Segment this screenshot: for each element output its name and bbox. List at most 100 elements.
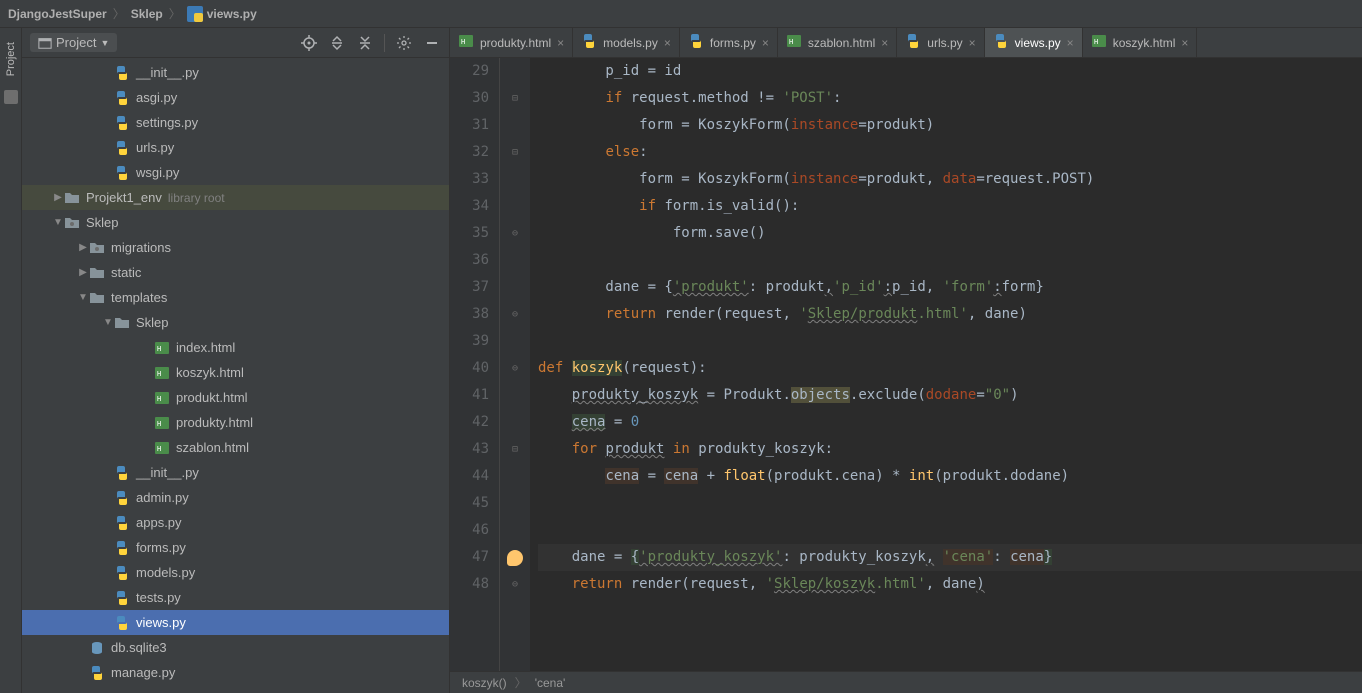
tree-item[interactable]: ▶migrations (22, 235, 449, 260)
collapse-all-icon[interactable] (356, 34, 374, 52)
tree-item[interactable]: urls.py (22, 135, 449, 160)
tree-item[interactable]: ▶static (22, 260, 449, 285)
tree-item-label: static (111, 265, 141, 280)
divider (384, 34, 385, 52)
tree-item-label: wsgi.py (136, 165, 179, 180)
close-icon[interactable]: × (557, 36, 564, 50)
tree-item[interactable]: settings.py (22, 110, 449, 135)
tree-item[interactable]: models.py (22, 560, 449, 585)
tree-item[interactable]: ▼Sklep (22, 210, 449, 235)
py-icon (89, 665, 105, 681)
tree-item-label: views.py (136, 615, 186, 630)
code-editor[interactable]: 2930313233343536373839404142434445464748… (450, 58, 1362, 671)
editor-tab[interactable]: Hszablon.html× (778, 28, 897, 57)
tree-item[interactable]: Hprodukt.html (22, 385, 449, 410)
close-icon[interactable]: × (969, 36, 976, 50)
editor-tab[interactable]: Hkoszyk.html × (1083, 28, 1198, 57)
svg-text:H: H (157, 345, 161, 353)
tree-item[interactable]: Hkoszyk.html (22, 360, 449, 385)
py-icon (114, 65, 130, 81)
tree-item[interactable]: ▶Projekt1_envlibrary root (22, 185, 449, 210)
tree-item-suffix: library root (168, 191, 225, 205)
structure-tool-icon[interactable] (4, 90, 18, 104)
tree-item[interactable]: wsgi.py (22, 160, 449, 185)
code-body[interactable]: p_id = id if request.method != 'POST': f… (530, 58, 1362, 671)
tree-item-label: apps.py (136, 515, 182, 530)
editor-breadcrumb: koszyk() 〉 'cena' (450, 671, 1362, 693)
breadcrumb-project[interactable]: DjangoJestSuper (8, 7, 107, 21)
tree-item[interactable]: Hindex.html (22, 335, 449, 360)
tree-item[interactable]: tests.py (22, 585, 449, 610)
py-file-icon (905, 33, 921, 52)
editor-tab[interactable]: views.py× (985, 28, 1083, 57)
close-icon[interactable]: × (1181, 36, 1188, 50)
project-tool-tab[interactable]: Project (5, 36, 17, 82)
tree-item[interactable]: apps.py (22, 510, 449, 535)
locate-icon[interactable] (300, 34, 318, 52)
chevron-icon: ▼ (77, 292, 89, 303)
chevron-right-icon: 〉 (113, 5, 125, 22)
py-file-icon (581, 33, 597, 52)
project-panel: Project ▼ __init__.py asgi.py settings.py u… (22, 28, 450, 693)
tree-item[interactable]: __init__.py (22, 60, 449, 85)
tree-item-label: asgi.py (136, 90, 177, 105)
breadcrumb-folder[interactable]: Sklep (131, 7, 163, 21)
editor-tab[interactable]: Hprodukty.html × (450, 28, 573, 57)
breadcrumb-file-label: views.py (207, 7, 257, 21)
tree-item[interactable]: db.sqlite3 (22, 635, 449, 660)
tab-label: produkty.html (480, 36, 551, 50)
db-icon (89, 640, 105, 656)
hide-icon[interactable] (423, 34, 441, 52)
tree-item[interactable]: views.py (22, 610, 449, 635)
tree-item[interactable]: ▼ templates (22, 285, 449, 310)
expand-all-icon[interactable] (328, 34, 346, 52)
tree-item-label: urls.py (136, 140, 174, 155)
project-selector[interactable]: Project ▼ (30, 33, 117, 52)
project-icon (38, 36, 52, 50)
py-icon (114, 615, 130, 631)
tree-item-label: Sklep (136, 315, 169, 330)
tree-item[interactable]: asgi.py (22, 85, 449, 110)
tree-item[interactable]: forms.py (22, 535, 449, 560)
tab-label: koszyk.html (1113, 36, 1176, 50)
breadcrumb-fn[interactable]: koszyk() (462, 676, 507, 690)
tree-item-label: templates (111, 290, 167, 305)
html-file-icon: H (1091, 33, 1107, 52)
tree-item[interactable]: admin.py (22, 485, 449, 510)
py-icon (114, 540, 130, 556)
py-file-icon (688, 33, 704, 52)
html-file-icon: H (786, 33, 802, 52)
tree-item[interactable]: Hszablon.html (22, 435, 449, 460)
tree-item-label: __init__.py (136, 465, 199, 480)
py-icon (114, 165, 130, 181)
svg-text:H: H (461, 38, 465, 46)
bulb-icon[interactable] (507, 550, 523, 566)
tree-item[interactable]: manage.py (22, 660, 449, 685)
python-file-icon (187, 6, 203, 22)
breadcrumb-cursor[interactable]: 'cena' (535, 676, 566, 690)
line-gutter: 2930313233343536373839404142434445464748 (450, 58, 500, 671)
close-icon[interactable]: × (1067, 36, 1074, 50)
close-icon[interactable]: × (664, 36, 671, 50)
tree-item[interactable]: ▼Sklep (22, 310, 449, 335)
gear-icon[interactable] (395, 34, 413, 52)
close-icon[interactable]: × (881, 36, 888, 50)
project-tree[interactable]: __init__.py asgi.py settings.py urls.py wsgi… (22, 58, 449, 693)
tree-item[interactable]: Hprodukty.html (22, 410, 449, 435)
tree-item[interactable]: __init__.py (22, 460, 449, 485)
chevron-right-icon: 〉 (169, 5, 181, 22)
py-icon (114, 590, 130, 606)
tree-item-label: admin.py (136, 490, 189, 505)
editor-tab[interactable]: forms.py× (680, 28, 778, 57)
tree-item-label: settings.py (136, 115, 198, 130)
html-icon: H (154, 390, 170, 406)
tree-item-label: forms.py (136, 540, 186, 555)
close-icon[interactable]: × (762, 36, 769, 50)
editor-tab[interactable]: models.py× (573, 28, 680, 57)
chevron-icon: ▶ (77, 242, 89, 253)
editor-tab[interactable]: urls.py× (897, 28, 984, 57)
tree-item-label: produkt.html (176, 390, 248, 405)
py-icon (114, 115, 130, 131)
breadcrumb-file[interactable]: views.py (187, 6, 257, 22)
package-icon (64, 215, 80, 231)
